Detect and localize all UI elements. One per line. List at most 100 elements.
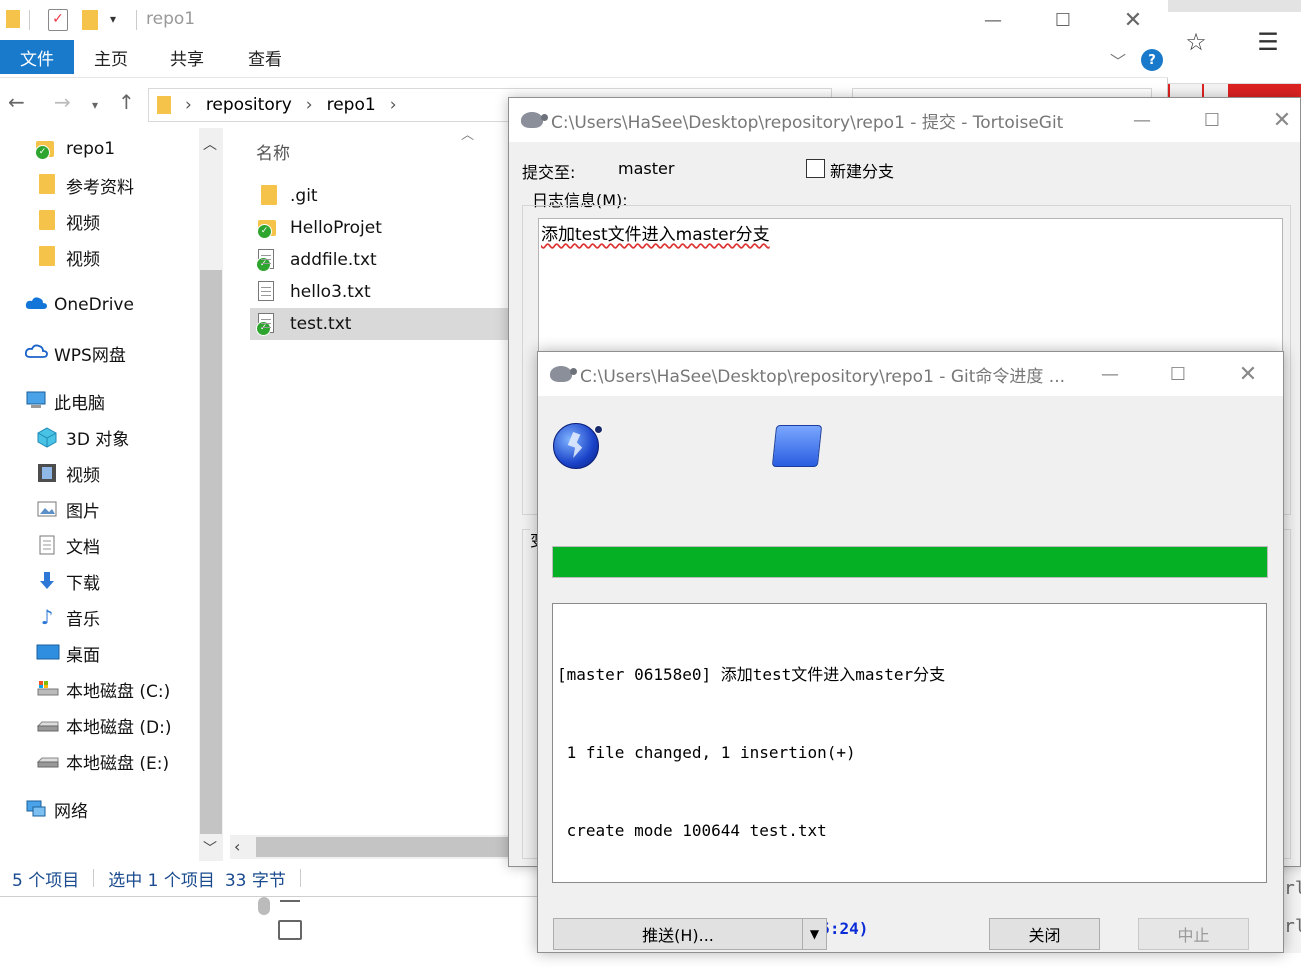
explorer-titlebar: ✓ ▾ repo1 — ☐ ✕ <box>0 0 1168 40</box>
git-output-log[interactable]: [master 06158e0] 添加test文件进入master分支 1 fi… <box>552 603 1267 938</box>
drive-c-icon <box>36 678 59 700</box>
window-title: repo1 <box>146 9 196 29</box>
desktop-icon <box>36 642 60 664</box>
forward-arrow-icon[interactable]: → <box>54 90 71 114</box>
close-button[interactable]: ✕ <box>1247 98 1301 142</box>
nav-item-this-pc[interactable]: 此电脑 <box>24 383 105 419</box>
nav-label: 网络 <box>54 801 88 822</box>
nav-item-drive-d[interactable]: 本地磁盘 (D:) <box>36 707 172 743</box>
folder-icon <box>771 425 823 467</box>
nav-label: 本地磁盘 (D:) <box>66 717 172 738</box>
favorites-list-icon[interactable]: ☰ <box>1248 22 1288 62</box>
scroll-down-arrow-icon[interactable]: ﹀ <box>203 838 217 858</box>
minimize-button[interactable]: — <box>1107 98 1177 142</box>
nav-label: 此电脑 <box>54 393 105 414</box>
ribbon-expand-chevron-icon[interactable]: ﹀ <box>1110 48 1126 72</box>
nav-label: 3D 对象 <box>66 429 130 450</box>
globe-satellite-icon <box>594 425 603 434</box>
tab-view[interactable]: 查看 <box>234 40 296 74</box>
nav-item-downloads[interactable]: 下载 <box>36 563 100 599</box>
breadcrumb-repository[interactable]: repository <box>206 95 292 115</box>
taskbar-scroll-indicator <box>258 897 270 915</box>
nav-label: 桌面 <box>66 645 100 666</box>
nav-item-pictures[interactable]: 图片 <box>36 491 100 527</box>
browser-tab-strip <box>1168 0 1301 12</box>
video-icon <box>36 462 58 484</box>
file-row-git[interactable]: .git <box>250 180 508 212</box>
new-branch-label: 新建分支 <box>830 162 895 181</box>
up-arrow-icon[interactable]: ↑ <box>118 90 135 114</box>
nav-item-drive-c[interactable]: 本地磁盘 (C:) <box>36 671 170 707</box>
commit-dialog-title: C:\Users\HaSee\Desktop\repository\repo1 … <box>551 112 1064 133</box>
drive-icon <box>36 750 59 772</box>
nav-label: 视频 <box>66 249 100 270</box>
nav-item-onedrive[interactable]: OneDrive <box>24 287 134 323</box>
ribbon: 文件 主页 共享 查看 ﹀ ? <box>0 40 1168 78</box>
nav-item-documents[interactable]: 文档 <box>36 527 100 563</box>
back-arrow-icon[interactable]: ← <box>8 90 25 114</box>
nav-item-video-folder[interactable]: 视频 <box>36 203 100 239</box>
monitor-icon <box>278 920 302 940</box>
divider <box>136 10 137 30</box>
horizontal-scrollbar-thumb[interactable] <box>256 837 508 857</box>
status-size: 33 字节 <box>224 870 286 891</box>
nav-item-references[interactable]: 参考资料 <box>36 167 134 203</box>
nav-label: 音乐 <box>66 609 100 630</box>
browser-text-fragment: rl <box>1284 916 1301 937</box>
file-name: .git <box>290 186 318 206</box>
file-row-test-selected[interactable]: ✓ test.txt <box>250 308 508 340</box>
status-bar: 5 个项目 选中 1 个项目 33 字节 <box>0 861 508 895</box>
nav-item-videos[interactable]: 视频 <box>36 455 100 491</box>
file-row-addfile[interactable]: ✓ addfile.txt <box>250 244 508 276</box>
nav-label: 参考资料 <box>66 177 134 198</box>
new-branch-checkbox[interactable] <box>806 159 825 178</box>
status-item-count: 5 个项目 <box>12 870 80 891</box>
close-button[interactable]: ✕ <box>1213 352 1283 396</box>
breadcrumb-repo1[interactable]: repo1 <box>327 95 376 115</box>
scroll-left-arrow-icon[interactable]: ‹ <box>234 837 240 856</box>
commit-to-label: 提交至: <box>522 163 576 182</box>
scroll-up-arrow-icon[interactable]: ︿ <box>203 134 217 154</box>
divider <box>299 869 301 887</box>
chevron-down-icon[interactable]: ▾ <box>110 12 116 26</box>
nav-item-desktop[interactable]: 桌面 <box>36 635 100 671</box>
nav-item-video-folder-2[interactable]: 视频 <box>36 239 100 275</box>
breadcrumb-separator-icon: › <box>185 95 192 115</box>
recent-locations-chevron-icon[interactable]: ▾ <box>92 98 98 112</box>
nav-label: 视频 <box>66 213 100 234</box>
nav-item-network[interactable]: 网络 <box>24 791 88 827</box>
nav-item-drive-e[interactable]: 本地磁盘 (E:) <box>36 743 169 779</box>
branch-name[interactable]: master <box>618 159 674 178</box>
file-name: hello3.txt <box>290 282 371 302</box>
push-dropdown-chevron-icon[interactable]: ▼ <box>802 918 827 950</box>
nav-item-music[interactable]: ♪ 音乐 <box>36 599 100 635</box>
globe-icon <box>553 423 599 469</box>
tab-home[interactable]: 主页 <box>80 40 142 74</box>
new-folder-icon[interactable] <box>82 10 98 30</box>
nav-scrollbar-thumb[interactable] <box>200 270 222 834</box>
tab-file[interactable]: 文件 <box>0 40 74 74</box>
tab-share[interactable]: 共享 <box>156 40 218 74</box>
nav-item-wps-cloud[interactable]: WPS网盘 <box>24 335 126 371</box>
nav-item-3d-objects[interactable]: 3D 对象 <box>36 419 129 455</box>
maximize-button[interactable]: ☐ <box>1143 352 1213 396</box>
download-icon <box>36 570 58 592</box>
properties-icon[interactable]: ✓ <box>48 9 68 31</box>
help-button[interactable]: ? <box>1141 49 1163 71</box>
close-button[interactable]: ✕ <box>1098 0 1168 40</box>
file-name: HelloProjet <box>290 218 382 238</box>
favorite-star-icon[interactable]: ☆ <box>1176 22 1216 62</box>
minimize-button[interactable]: — <box>1075 352 1145 396</box>
commit-message-text: 添加test文件进入master分支 <box>541 225 770 245</box>
column-header-name[interactable]: 名称 <box>256 139 290 164</box>
close-dialog-button[interactable]: 关闭 <box>989 918 1100 950</box>
push-button[interactable]: 推送(H)... <box>553 918 803 950</box>
maximize-button[interactable]: ☐ <box>1177 98 1247 142</box>
nav-item-repo1[interactable]: ✓ repo1 <box>35 131 115 167</box>
file-row-helloprojet[interactable]: ✓ HelloProjet <box>250 212 508 244</box>
nav-label: OneDrive <box>54 295 134 315</box>
maximize-button[interactable]: ☐ <box>1028 0 1098 40</box>
file-row-hello3[interactable]: hello3.txt <box>250 276 508 308</box>
minimize-button[interactable]: — <box>958 0 1028 40</box>
folder-icon <box>6 10 20 28</box>
